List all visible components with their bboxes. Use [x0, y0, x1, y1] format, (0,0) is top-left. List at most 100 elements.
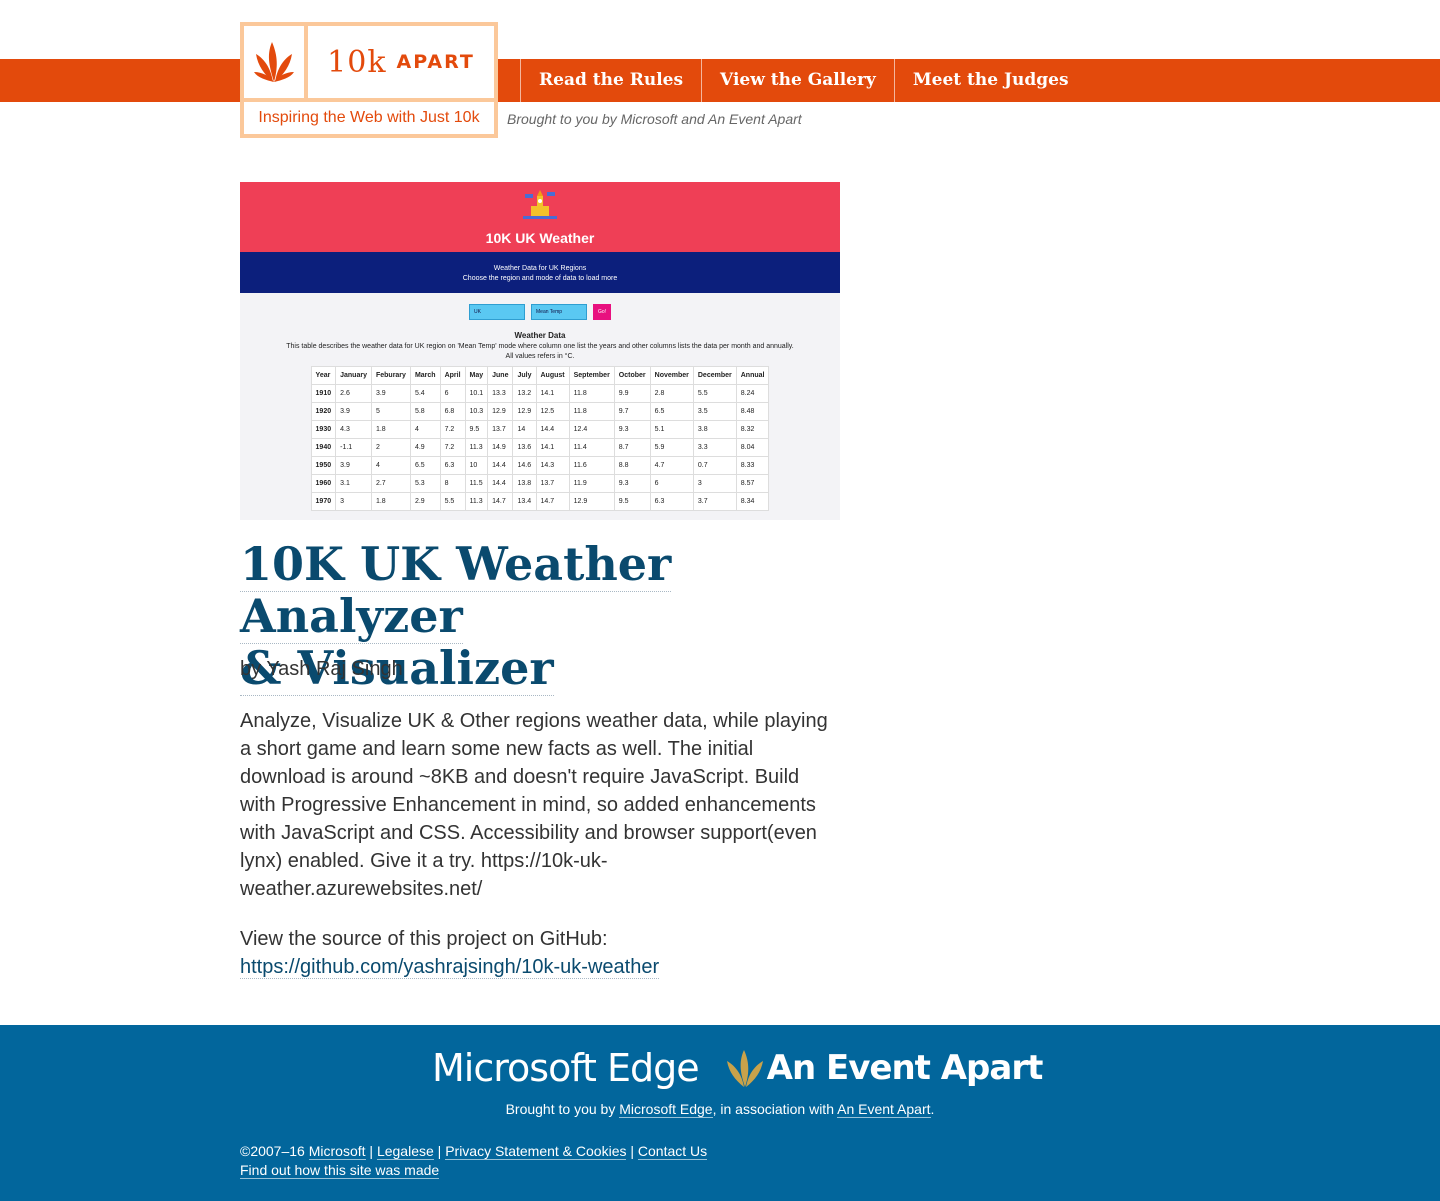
- footer-aea-link[interactable]: An Event Apart: [837, 1101, 931, 1118]
- table-cell: 8.48: [735, 402, 770, 421]
- footer-brought-mid: , in association with: [712, 1101, 834, 1117]
- table-header-cell: August: [535, 366, 570, 385]
- table-cell: -1.1: [335, 438, 372, 457]
- table-header-cell: September: [568, 366, 615, 385]
- table-cell: 9.3: [613, 474, 651, 493]
- screenshot-subheader: Weather Data for UK Regions Choose the r…: [240, 252, 840, 293]
- table-header-cell: December: [692, 366, 737, 385]
- table-cell: 3.8: [692, 420, 737, 439]
- project-screenshot: 10K UK Weather Weather Data for UK Regio…: [240, 182, 840, 520]
- table-cell: 4: [370, 456, 411, 475]
- screenshot-mode-select: Mean Temp: [531, 304, 587, 320]
- table-header-cell: Annual: [735, 366, 770, 385]
- an-event-apart-logo[interactable]: An Event Apart: [725, 1047, 1043, 1089]
- nav-view-gallery[interactable]: View the Gallery: [701, 59, 894, 102]
- table-header-cell: Year: [310, 366, 337, 385]
- table-cell: 5.3: [409, 474, 441, 493]
- screenshot-table-note: All values refers in °C.: [505, 353, 575, 360]
- logo-wordmark: 10k APART: [308, 26, 494, 98]
- table-cell: 14.9: [487, 438, 514, 457]
- source-label: View the source of this project on GitHu…: [240, 928, 608, 950]
- site-logo[interactable]: 10k APART Inspiring the Web with Just 10…: [240, 22, 498, 138]
- table-row: 1940 -1.1 2 4.9 7.2 11.3 14.9 13.6 14.1 11.4 8.7 5.…: [310, 438, 770, 457]
- logo-tagline: Inspiring the Web with Just 10k: [244, 98, 494, 134]
- footer-brought-end: .: [930, 1101, 935, 1117]
- table-cell: 12.9: [568, 492, 615, 511]
- table-cell: 1940: [310, 438, 337, 457]
- microsoft-edge-logo[interactable]: Microsoft Edge: [432, 1046, 700, 1090]
- footer-contact-link[interactable]: Contact Us: [637, 1143, 708, 1160]
- table-cell: 3.7: [692, 492, 737, 511]
- github-link[interactable]: https://github.com/yashrajsingh/10k-uk-w…: [240, 956, 660, 979]
- table-cell: 14.7: [535, 492, 570, 511]
- table-row: 1930 4.3 1.8 4 7.2 9.5 13.7 14 14.4 12.4 9.3 5.1 3.8…: [310, 420, 770, 439]
- source-paragraph: View the source of this project on GitHu…: [240, 925, 840, 981]
- screenshot-app-title: 10K UK Weather: [485, 230, 595, 246]
- table-cell: 11.9: [568, 474, 615, 493]
- footer-logos: Microsoft Edge An Event Apart: [432, 1043, 1043, 1093]
- table-cell: 4.3: [335, 420, 372, 439]
- table-cell: 6.5: [409, 456, 441, 475]
- screenshot-subtitle-1: Weather Data for UK Regions: [493, 265, 587, 272]
- table-cell: 3.3: [692, 438, 737, 457]
- logo-10k: 10k: [327, 44, 387, 80]
- table-cell: 3.9: [335, 402, 372, 421]
- aea-leaf-icon: [726, 1050, 763, 1087]
- table-cell: 14.4: [487, 456, 514, 475]
- table-cell: 3: [335, 492, 372, 511]
- table-cell: 9.3: [613, 420, 651, 439]
- table-row: 1910 2.6 3.9 5.4 6 10.1 13.3 13.2 14.1 11.8 9.9 2.8…: [310, 384, 770, 403]
- table-cell: 14.7: [487, 492, 514, 511]
- footer-microsoft-link[interactable]: Microsoft: [308, 1143, 366, 1160]
- table-cell: 6.3: [649, 492, 694, 511]
- table-cell: 13.3: [487, 384, 514, 403]
- table-cell: 8.33: [735, 456, 770, 475]
- screenshot-subtitle-2: Choose the region and mode of data to lo…: [462, 275, 618, 282]
- table-cell: 5.8: [409, 402, 441, 421]
- table-cell: 9.7: [613, 402, 651, 421]
- table-header-cell: November: [649, 366, 694, 385]
- footer-sponsor-line: Brought to you by Microsoft Edge, in ass…: [0, 1101, 1440, 1118]
- table-cell: 4.7: [649, 456, 694, 475]
- table-row: 1960 3.1 2.7 5.3 8 11.5 14.4 13.8 13.7 11.9 9.3 6 3 8…: [310, 474, 770, 493]
- table-header-cell: May: [464, 366, 489, 385]
- table-cell: 9.5: [613, 492, 651, 511]
- footer-copyright: ©2007–16: [240, 1143, 305, 1159]
- site-footer: Microsoft Edge An Event Apart Brought to…: [0, 1025, 1440, 1201]
- screenshot-header: 10K UK Weather: [240, 182, 840, 252]
- table-cell: 8.34: [735, 492, 770, 511]
- table-cell: 14.4: [487, 474, 514, 493]
- table-cell: 3.5: [692, 402, 737, 421]
- table-header-cell: January: [335, 366, 372, 385]
- project-description: Analyze, Visualize UK & Other regions we…: [240, 710, 828, 900]
- table-cell: 11.5: [464, 474, 489, 493]
- table-cell: 14: [512, 420, 537, 439]
- footer-legalese-link[interactable]: Legalese: [376, 1143, 434, 1160]
- table-cell: 10.3: [464, 402, 489, 421]
- table-cell: 2.8: [649, 384, 694, 403]
- table-cell: 7.2: [439, 420, 466, 439]
- nav-read-rules[interactable]: Read the Rules: [520, 59, 701, 102]
- table-cell: 6: [439, 384, 466, 403]
- table-cell: 14.1: [535, 438, 570, 457]
- table-cell: 11.3: [464, 438, 489, 457]
- footer-privacy-link[interactable]: Privacy Statement & Cookies: [445, 1143, 627, 1160]
- table-cell: 11.4: [568, 438, 615, 457]
- nav-meet-judges[interactable]: Meet the Judges: [893, 59, 1087, 102]
- screenshot-table-desc: This table describes the weather data fo…: [286, 343, 794, 350]
- table-cell: 8.7: [613, 438, 651, 457]
- footer-ms-edge-link[interactable]: Microsoft Edge: [619, 1101, 713, 1118]
- table-cell: 14.3: [535, 456, 570, 475]
- screenshot-weather-table: Year January Feburary March April May June July…: [310, 366, 770, 511]
- footer-howmade-link[interactable]: Find out how this site was made: [240, 1162, 440, 1179]
- table-cell: 11.6: [568, 456, 615, 475]
- table-cell: 1.8: [370, 492, 411, 511]
- table-cell: 8.04: [735, 438, 770, 457]
- table-cell: 2.6: [335, 384, 372, 403]
- table-header-cell: July: [512, 366, 537, 385]
- table-cell: 1920: [310, 402, 337, 421]
- table-cell: 10.1: [464, 384, 489, 403]
- logo-apart: APART: [396, 51, 475, 73]
- table-cell: 9.5: [464, 420, 489, 439]
- table-header-cell: April: [439, 366, 466, 385]
